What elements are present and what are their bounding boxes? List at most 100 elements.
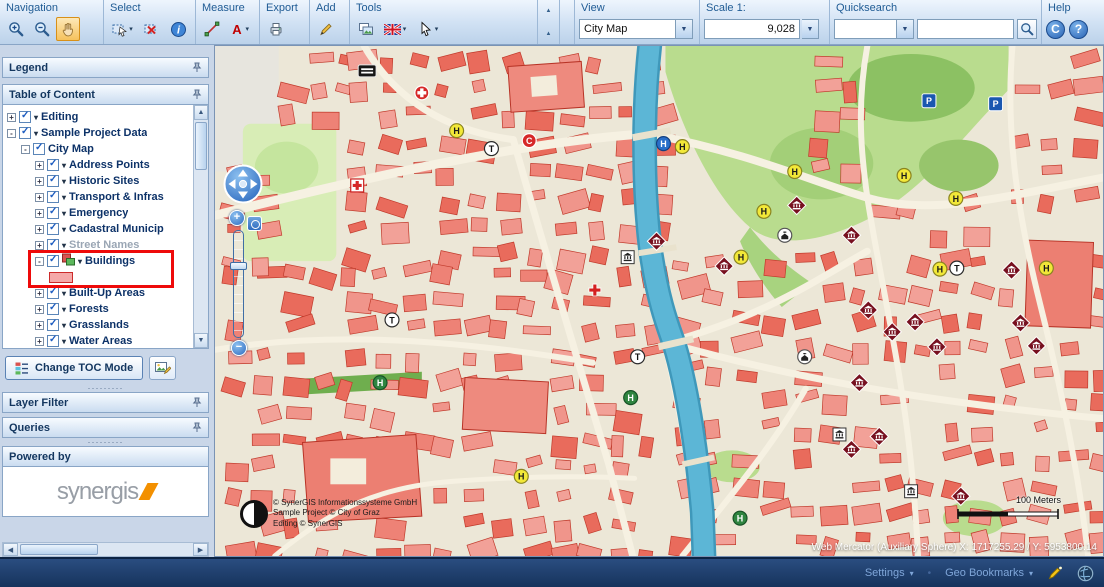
expand-icon[interactable] bbox=[35, 321, 44, 330]
map-snapshot-button[interactable] bbox=[149, 356, 176, 380]
checkbox[interactable] bbox=[47, 159, 59, 171]
panel-splitter[interactable] bbox=[2, 438, 209, 446]
scale-dropdown[interactable] bbox=[802, 19, 819, 39]
toc-node-sample-project-data[interactable]: Sample Project Data bbox=[5, 125, 192, 141]
view-select-arrow[interactable] bbox=[675, 20, 692, 38]
zoom-out-map-button[interactable] bbox=[231, 340, 247, 356]
zoom-slider-thumb[interactable] bbox=[230, 262, 247, 270]
chevron-down-icon[interactable] bbox=[62, 225, 66, 234]
language-button[interactable] bbox=[380, 17, 412, 41]
toc-node-editing[interactable]: Editing bbox=[5, 109, 192, 125]
chevron-down-icon[interactable] bbox=[62, 193, 66, 202]
toc-layer-cadastral[interactable]: Cadastral Municip bbox=[5, 221, 192, 237]
quicksearch-type-select[interactable] bbox=[834, 19, 914, 39]
measure-button[interactable] bbox=[200, 17, 224, 41]
checkbox[interactable] bbox=[47, 303, 59, 315]
expand-icon[interactable] bbox=[35, 305, 44, 314]
quicksearch-input[interactable] bbox=[917, 19, 1014, 39]
chevron-down-icon[interactable] bbox=[62, 161, 66, 170]
expand-icon[interactable] bbox=[35, 289, 44, 298]
scale-dropdown-arrow[interactable] bbox=[802, 20, 818, 38]
chevron-down-icon[interactable] bbox=[78, 257, 82, 266]
checkbox[interactable] bbox=[47, 319, 59, 331]
scale-input[interactable] bbox=[704, 19, 800, 39]
expand-icon[interactable] bbox=[7, 113, 16, 122]
queries-section-header[interactable]: Queries bbox=[2, 417, 209, 438]
zoom-out-button[interactable] bbox=[30, 17, 54, 41]
expand-icon[interactable] bbox=[35, 225, 44, 234]
panel-splitter[interactable] bbox=[2, 384, 209, 392]
map-viewport[interactable]: HHHHHHHHHHTTTTHHHHPPC bbox=[214, 45, 1104, 557]
scrollbar-thumb[interactable] bbox=[195, 122, 207, 170]
clear-selection-button[interactable] bbox=[140, 17, 164, 41]
full-extent-button[interactable] bbox=[247, 216, 262, 231]
user-globe-button[interactable] bbox=[1077, 565, 1094, 582]
scrollbar-thumb[interactable] bbox=[20, 544, 98, 555]
edit-redline-button[interactable] bbox=[314, 17, 338, 41]
layer-filter-section-header[interactable]: Layer Filter bbox=[2, 392, 209, 413]
pan-compass-control[interactable] bbox=[223, 164, 263, 204]
zoom-in-map-button[interactable] bbox=[229, 210, 245, 226]
expand-icon[interactable] bbox=[35, 161, 44, 170]
toc-layer-buildings[interactable]: Buildings bbox=[5, 253, 192, 269]
checkbox[interactable] bbox=[19, 111, 31, 123]
pointer-tools-button[interactable] bbox=[414, 17, 444, 41]
toc-layer-built-up-areas[interactable]: Built-Up Areas bbox=[5, 285, 192, 301]
scroll-up-button[interactable] bbox=[194, 105, 208, 120]
powered-by-section-header[interactable]: Powered by bbox=[2, 446, 209, 467]
select-features-button[interactable] bbox=[108, 17, 138, 41]
pan-tool-button[interactable] bbox=[56, 17, 80, 41]
scroll-right-button[interactable] bbox=[193, 543, 208, 556]
chevron-down-icon[interactable] bbox=[62, 241, 66, 250]
checkbox[interactable] bbox=[47, 191, 59, 203]
collapse-toolbar-row2-button[interactable] bbox=[540, 27, 558, 40]
expand-icon[interactable] bbox=[35, 209, 44, 218]
chevron-down-icon[interactable] bbox=[62, 321, 66, 330]
add-label-button[interactable]: A bbox=[226, 17, 255, 41]
expand-icon[interactable] bbox=[35, 177, 44, 186]
chevron-down-icon[interactable] bbox=[34, 129, 38, 138]
identify-button[interactable]: i bbox=[166, 17, 190, 41]
checkbox[interactable] bbox=[47, 335, 59, 347]
toc-layer-street-names[interactable]: Street Names bbox=[5, 237, 192, 253]
toc-scrollbar[interactable] bbox=[193, 105, 208, 348]
pin-icon[interactable] bbox=[192, 397, 202, 408]
chevron-down-icon[interactable] bbox=[62, 289, 66, 298]
sidebar-horizontal-scrollbar[interactable] bbox=[2, 542, 209, 557]
toc-layer-transport[interactable]: Transport & Infras bbox=[5, 189, 192, 205]
toc-layer-water-areas[interactable]: Water Areas bbox=[5, 333, 192, 349]
chevron-down-icon[interactable] bbox=[34, 113, 38, 122]
collapse-icon[interactable] bbox=[7, 129, 16, 138]
toc-layer-historic-sites[interactable]: Historic Sites bbox=[5, 173, 192, 189]
toc-node-city-map[interactable]: City Map bbox=[5, 141, 192, 157]
change-toc-mode-button[interactable]: Change TOC Mode bbox=[5, 356, 143, 380]
checkbox[interactable] bbox=[47, 223, 59, 235]
checkbox[interactable] bbox=[33, 143, 45, 155]
chevron-down-icon[interactable] bbox=[62, 305, 66, 314]
legend-section-header[interactable]: Legend bbox=[2, 57, 209, 78]
pin-icon[interactable] bbox=[192, 422, 202, 433]
collapse-toolbar-row1-button[interactable] bbox=[540, 4, 558, 17]
pin-icon[interactable] bbox=[192, 62, 202, 73]
checkbox[interactable] bbox=[47, 239, 59, 251]
map-canvas[interactable]: HHHHHHHHHHTTTTHHHHPPC bbox=[215, 46, 1103, 556]
help-button[interactable]: ? bbox=[1069, 20, 1088, 39]
checkbox[interactable] bbox=[47, 175, 59, 187]
checkbox[interactable] bbox=[47, 207, 59, 219]
settings-link[interactable]: Settings bbox=[865, 567, 914, 579]
chevron-down-icon[interactable] bbox=[62, 209, 66, 218]
zoom-slider-track[interactable] bbox=[233, 230, 244, 338]
toc-layer-emergency[interactable]: Emergency bbox=[5, 205, 192, 221]
geo-bookmarks-link[interactable]: Geo Bookmarks bbox=[945, 567, 1033, 579]
expand-icon[interactable] bbox=[35, 337, 44, 346]
expand-icon[interactable] bbox=[35, 193, 44, 202]
print-button[interactable] bbox=[264, 17, 288, 41]
pin-icon[interactable] bbox=[192, 89, 202, 100]
toc-layer-forests[interactable]: Forests bbox=[5, 301, 192, 317]
checkbox[interactable] bbox=[47, 255, 59, 267]
checkbox[interactable] bbox=[19, 127, 31, 139]
zoom-in-button[interactable] bbox=[4, 17, 28, 41]
scroll-down-button[interactable] bbox=[194, 333, 208, 348]
screenshot-button[interactable] bbox=[354, 17, 378, 41]
expand-icon[interactable] bbox=[35, 241, 44, 250]
